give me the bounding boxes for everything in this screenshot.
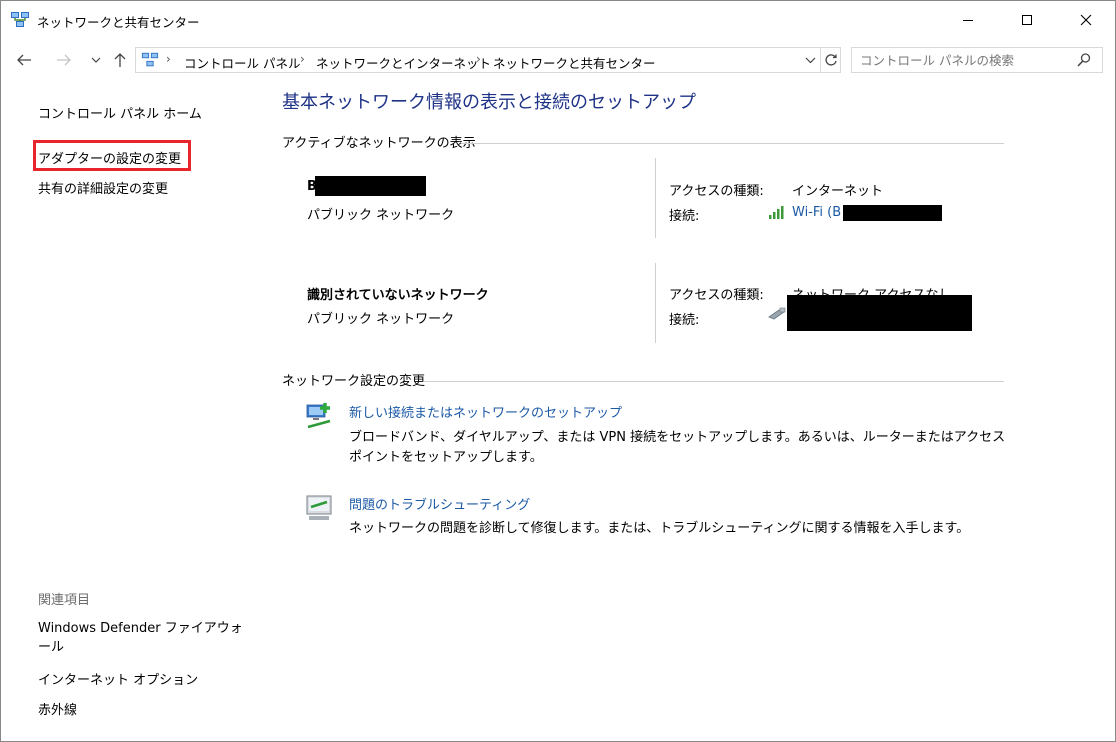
access-type-label: アクセスの種類:: [669, 288, 764, 303]
network-category: パブリック ネットワーク: [307, 208, 455, 223]
access-type-value: インターネット: [792, 184, 884, 199]
network-center-icon: [141, 52, 159, 67]
up-button[interactable]: [109, 48, 131, 72]
breadcrumb-network-sharing-center[interactable]: ネットワークと共有センター: [493, 53, 656, 72]
wifi-connection-link[interactable]: Wi-Fi (B: [792, 205, 841, 220]
network-divider: [655, 158, 656, 238]
network-divider: [655, 263, 656, 343]
forward-button[interactable]: [53, 48, 75, 72]
minimize-icon: [963, 20, 973, 21]
network-center-icon: [11, 12, 29, 27]
setup-new-connection-link[interactable]: 新しい接続またはネットワークのセットアップ: [349, 402, 622, 421]
access-type-label: アクセスの種類:: [669, 184, 764, 199]
troubleshoot-icon: [306, 495, 332, 520]
ethernet-cable-icon: [768, 307, 786, 320]
back-button[interactable]: [13, 48, 35, 72]
breadcrumb-network-internet[interactable]: ネットワークとインターネット: [316, 53, 491, 72]
redacted-area: [315, 176, 426, 196]
control-panel-window: ネットワークと共有センター › コントロール パネル › ネットワークとインター…: [0, 0, 1116, 742]
address-history-dropdown[interactable]: [800, 48, 820, 72]
breadcrumb-separator-icon[interactable]: ›: [166, 52, 171, 66]
sidebar-item-infrared[interactable]: 赤外線: [38, 699, 77, 718]
search-input[interactable]: [860, 51, 1070, 69]
address-bar[interactable]: › コントロール パネル › ネットワークとインターネット › ネットワークと共…: [135, 47, 841, 73]
troubleshoot-description: ネットワークの問題を診断して修復します。または、トラブルシューティングに関する情…: [349, 521, 970, 536]
section-divider: [424, 381, 1004, 382]
connection-label: 接続:: [669, 209, 700, 224]
sidebar: コントロール パネル ホーム アダプターの設定の変更 共有の詳細設定の変更 関連…: [1, 79, 261, 741]
troubleshoot-link[interactable]: 問題のトラブルシューティング: [349, 494, 530, 513]
minimize-button[interactable]: [945, 1, 991, 39]
new-connection-icon: [306, 403, 331, 429]
maximize-icon: [1022, 15, 1032, 25]
chevron-down-icon: [805, 57, 815, 64]
arrow-up-icon: [114, 53, 126, 67]
setup-new-connection-description: ブロードバンド、ダイヤルアップ、または VPN 接続をセットアップします。あるい…: [349, 430, 1006, 465]
redacted-area: [843, 205, 942, 221]
navigation-bar: › コントロール パネル › ネットワークとインターネット › ネットワークと共…: [1, 43, 1115, 77]
sidebar-item-control-panel-home[interactable]: コントロール パネル ホーム: [38, 103, 202, 122]
redacted-area: [787, 295, 972, 331]
breadcrumb-separator-icon[interactable]: ›: [300, 52, 305, 66]
search-icon[interactable]: [1076, 52, 1092, 68]
section-divider: [461, 143, 1004, 144]
network-name: 識別されていないネットワーク: [307, 288, 489, 303]
maximize-button[interactable]: [1004, 1, 1050, 39]
sidebar-item-defender-firewall[interactable]: Windows Defender ファイアウォール: [38, 619, 253, 657]
network-settings-header: ネットワーク設定の変更: [282, 374, 426, 389]
wifi-signal-icon: [769, 206, 784, 219]
window-title: ネットワークと共有センター: [37, 15, 200, 30]
breadcrumb-separator-icon[interactable]: ›: [476, 52, 481, 66]
sidebar-item-advanced-sharing[interactable]: 共有の詳細設定の変更: [38, 178, 168, 197]
connection-label: 接続:: [669, 313, 700, 328]
page-title: 基本ネットワーク情報の表示と接続のセットアップ: [282, 92, 696, 113]
network-category: パブリック ネットワーク: [307, 312, 455, 327]
arrow-right-icon: [57, 54, 71, 66]
close-button[interactable]: [1063, 1, 1109, 39]
title-bar: ネットワークと共有センター: [1, 1, 1115, 39]
search-box[interactable]: [851, 47, 1103, 73]
sidebar-item-internet-options[interactable]: インターネット オプション: [38, 669, 198, 688]
close-icon: [1080, 14, 1092, 26]
refresh-button[interactable]: [820, 48, 840, 72]
related-section-title: 関連項目: [38, 593, 91, 608]
breadcrumb-control-panel[interactable]: コントロール パネル: [184, 53, 300, 72]
arrow-left-icon: [17, 54, 31, 66]
chevron-down-icon: [91, 57, 101, 63]
recent-locations-button[interactable]: [85, 48, 107, 72]
refresh-icon: [824, 54, 837, 66]
highlight-annotation: [33, 140, 191, 171]
active-networks-header: アクティブなネットワークの表示: [282, 136, 476, 151]
